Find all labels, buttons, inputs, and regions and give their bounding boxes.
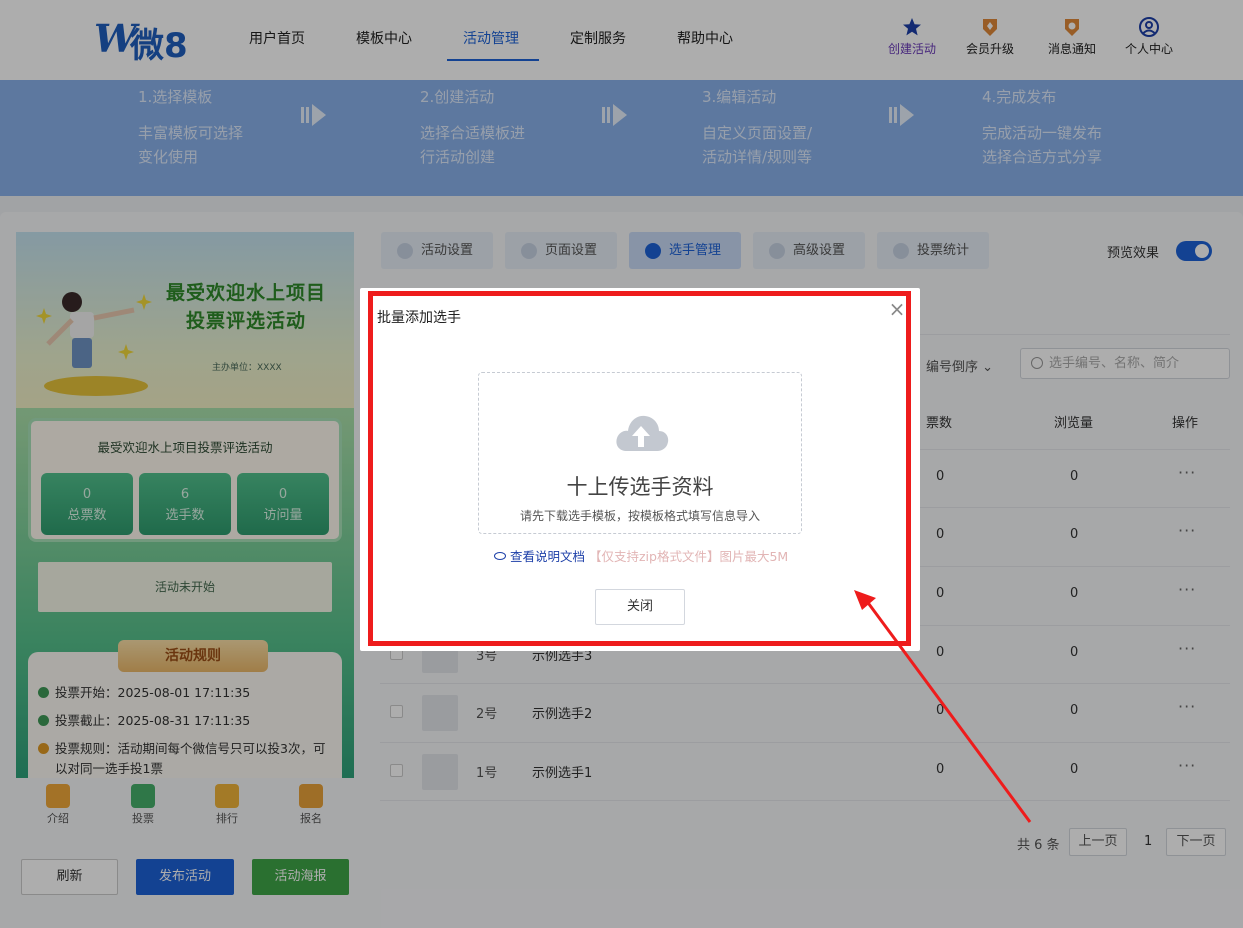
annotation-highlight-box xyxy=(368,291,911,646)
